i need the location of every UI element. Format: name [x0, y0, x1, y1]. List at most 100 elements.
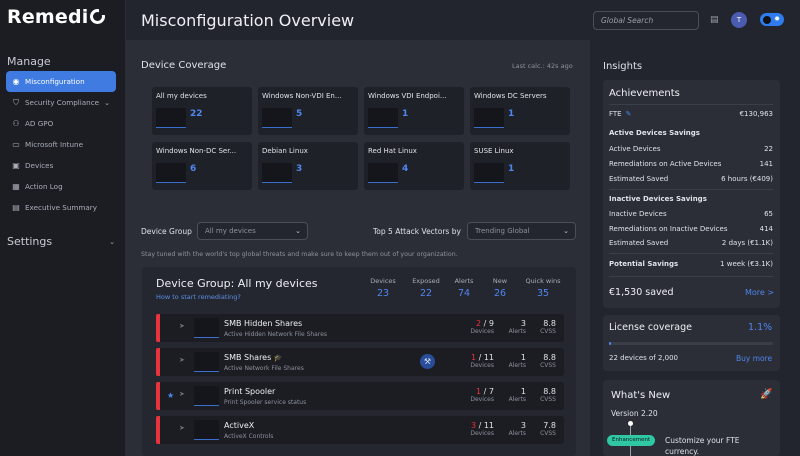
vector-cvss: 7.8 CVSS	[534, 421, 556, 437]
license-title: License coverage	[609, 322, 692, 333]
devices-total: 11	[483, 353, 494, 362]
sidebar-item-label: Devices	[25, 161, 54, 170]
pin-icon[interactable]: ➤	[179, 390, 185, 398]
pin-icon[interactable]: ➤	[179, 424, 185, 432]
coverage-card-name: Windows DC Servers	[474, 92, 547, 100]
coverage-card[interactable]: All my devices 22	[152, 87, 252, 135]
sidebar-item-security-compliance[interactable]: ⛉ Security Compliance ⌄	[6, 92, 116, 113]
vector-row-smb-hidden-shares[interactable]: ➤ SMB Hidden Shares Active Hidden Networ…	[156, 314, 564, 342]
stat-devices[interactable]: Devices 23	[367, 277, 399, 299]
pin-icon[interactable]: ➤	[179, 356, 185, 364]
cvss-label: CVSS	[540, 430, 556, 437]
sidebar-item-action-log[interactable]: ▦ Action Log	[6, 176, 116, 197]
active-savings-heading: Active Devices Savings	[609, 129, 700, 137]
sparkline	[474, 108, 504, 128]
vector-alerts: 1 Alerts	[502, 353, 526, 369]
license-progress-fill	[609, 342, 611, 345]
sidebar-item-devices[interactable]: ▣ Devices	[6, 155, 116, 176]
vector-devices: 1 / 7 Devices	[462, 387, 494, 403]
vector-desc: Active Network File Shares	[224, 365, 304, 372]
license-subtitle: 22 devices of 2,000	[609, 354, 679, 362]
more-link[interactable]: More >	[745, 288, 774, 297]
coverage-card[interactable]: Windows VDI Endpoi... 1	[364, 87, 464, 135]
coverage-card[interactable]: Windows Non-VDI En... 5	[258, 87, 358, 135]
vector-row-activex[interactable]: ➤ ActiveX ActiveX Controls 3 / 11 Device…	[156, 416, 564, 444]
settings-section[interactable]: Settings ⌄	[7, 235, 117, 248]
vector-devices: 3 / 11 Devices	[462, 421, 494, 437]
devices-exposed: 1	[470, 353, 477, 362]
fte-row: FTE ✎ €130,963	[609, 110, 773, 118]
stat-label: Devices	[370, 277, 396, 285]
vector-name: SMB Hidden Shares	[224, 319, 303, 328]
logo[interactable]: Remedi	[7, 6, 105, 28]
buy-more-link[interactable]: Buy more	[736, 354, 772, 363]
toggle-knob	[763, 15, 771, 24]
devices-exposed: 2	[476, 319, 482, 328]
divider	[609, 276, 773, 277]
devices-label: Devices	[470, 328, 494, 335]
how-to-remediate-link[interactable]: How to start remediating?	[156, 293, 241, 301]
coverage-card-name: Windows Non-DC Ser...	[156, 147, 237, 155]
severity-bar	[156, 416, 160, 444]
coverage-card[interactable]: Debian Linux 3	[258, 142, 358, 190]
active-saved-row: Estimated Saved 6 hours (€409)	[609, 175, 773, 183]
chevron-down-icon: ⌄	[104, 98, 110, 107]
coverage-card[interactable]: SUSE Linux 1	[470, 142, 570, 190]
stat-label: Quick wins	[525, 277, 561, 285]
vector-alerts: 3 Alerts	[502, 319, 526, 335]
stat-alerts[interactable]: Alerts 74	[448, 277, 480, 299]
settings-label: Settings	[7, 235, 53, 248]
inactive-savings-heading: Inactive Devices Savings	[609, 195, 707, 203]
chevron-down-icon: ⌄	[295, 227, 301, 235]
vector-row-smb-shares[interactable]: ➤ SMB Shares 🎓 Active Network File Share…	[156, 348, 564, 376]
alerts-label: Alerts	[508, 362, 526, 369]
coverage-card[interactable]: Windows Non-DC Ser... 6	[152, 142, 252, 190]
vector-name: ActiveX	[224, 421, 255, 430]
vector-row-print-spooler[interactable]: ★ ➤ Print Spooler Print Spooler service …	[156, 382, 564, 410]
document-icon[interactable]: ▤	[710, 15, 719, 25]
coverage-card-name: Windows VDI Endpoi...	[368, 92, 447, 100]
attack-vectors-select[interactable]: Trending Global ⌄	[467, 222, 576, 240]
remediation-tool-icon[interactable]: ⚒	[420, 354, 435, 369]
cvss-value: 8.8	[543, 319, 556, 328]
version-label: Version 2.20	[611, 409, 658, 418]
rocket-icon[interactable]: 🚀	[760, 389, 772, 400]
stat-new[interactable]: New 26	[484, 277, 516, 299]
cvss-label: CVSS	[540, 362, 556, 369]
sidebar-item-label: Action Log	[25, 182, 63, 191]
coverage-card[interactable]: Red Hat Linux 4	[364, 142, 464, 190]
potential-savings-row: Potential Savings 1 week (€3.1K)	[609, 260, 773, 268]
hint-text: Stay tuned with the world's top global t…	[141, 251, 458, 258]
last-calc: Last calc.: 42s ago	[512, 62, 573, 70]
alerts-label: Alerts	[508, 430, 526, 437]
coverage-card-count: 6	[190, 164, 197, 174]
sidebar-item-microsoft-intune[interactable]: ▭ Microsoft Intune	[6, 134, 116, 155]
whats-new-text: Customize your FTE currency.	[665, 436, 740, 456]
sparkline	[194, 352, 219, 372]
sparkline	[194, 386, 219, 406]
theme-toggle[interactable]: ✹	[760, 13, 784, 26]
laptop-icon: ▭	[12, 140, 20, 149]
stat-exposed[interactable]: Exposed 22	[410, 277, 442, 299]
cvss-value: 8.8	[543, 353, 556, 362]
avatar[interactable]: T	[731, 12, 747, 28]
device-group-select[interactable]: All my devices ⌄	[197, 222, 308, 240]
coverage-card-name: Red Hat Linux	[368, 147, 417, 155]
sidebar-item-misconfiguration[interactable]: ◉ Misconfiguration	[6, 71, 116, 92]
pin-icon[interactable]: ➤	[179, 322, 185, 330]
stat-quick-wins[interactable]: Quick wins 35	[522, 277, 564, 299]
coverage-card[interactable]: Windows DC Servers 1	[470, 87, 570, 135]
star-icon[interactable]: ★	[167, 391, 174, 400]
stat-label: Exposed	[412, 277, 440, 285]
global-search-input[interactable]: Global Search	[593, 11, 699, 30]
vector-cvss: 8.8 CVSS	[534, 353, 556, 369]
devices-label: Devices	[470, 396, 494, 403]
sun-icon: ✹	[774, 15, 780, 23]
achievements-title: Achievements	[609, 88, 680, 99]
sidebar-item-executive-summary[interactable]: ▤ Executive Summary	[6, 197, 116, 218]
inactive-saved-row: Estimated Saved 2 days (€1.1K)	[609, 239, 773, 247]
sidebar-item-ad-gpo[interactable]: ⚇ AD GPO	[6, 113, 116, 134]
page-title: Misconfiguration Overview	[141, 11, 355, 30]
pencil-icon[interactable]: ✎	[626, 110, 632, 118]
sidebar: Remedi Manage ◉ Misconfiguration ⛉ Secur…	[0, 0, 126, 456]
